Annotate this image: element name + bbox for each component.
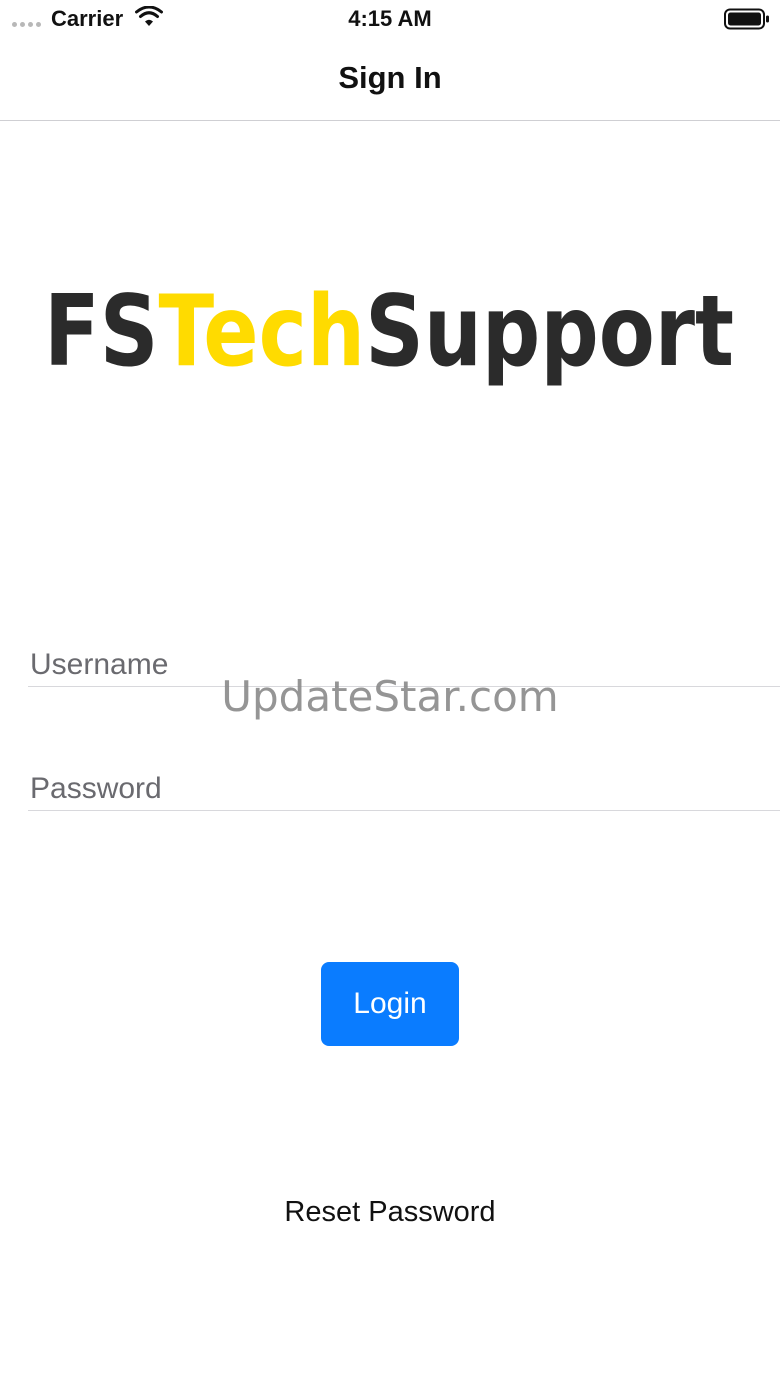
password-input[interactable] — [28, 767, 780, 811]
page-title: Sign In — [338, 60, 442, 95]
logo-fs-text: FS — [44, 283, 158, 389]
logo-support-text: Support — [365, 283, 734, 389]
navigation-bar: Sign In — [0, 40, 780, 121]
status-bar: Carrier 4:15 AM — [0, 0, 780, 40]
fstechsupport-logo: FSTechSupport — [44, 283, 734, 389]
status-time: 4:15 AM — [348, 6, 432, 31]
svg-text:FSTechSupport: FSTechSupport — [44, 283, 734, 389]
username-input[interactable] — [28, 643, 780, 687]
battery-icon — [724, 8, 769, 30]
logo-tech-text: Tech — [158, 283, 365, 389]
reset-password-button[interactable]: Reset Password — [0, 1196, 780, 1229]
login-button[interactable]: Login — [321, 962, 459, 1046]
